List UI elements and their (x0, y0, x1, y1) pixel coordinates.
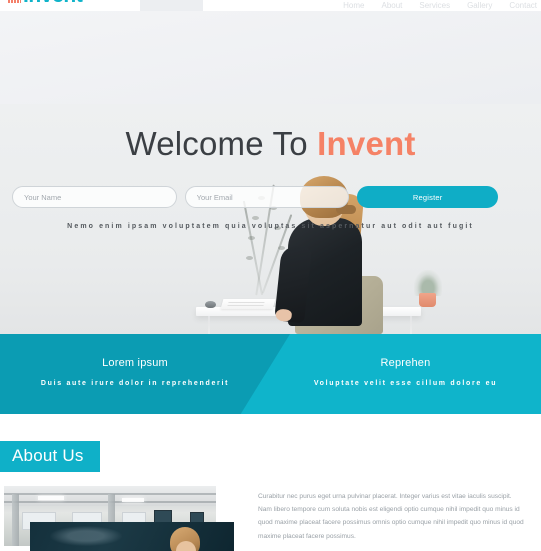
desk-leg (410, 316, 412, 334)
about-paragraph: Curabitur nec purus eget urna pulvinar p… (258, 493, 524, 540)
band-right-title: Reprehen (380, 357, 431, 370)
band-right-column: Reprehen Voluptate velit esse cillum dol… (270, 334, 541, 414)
signup-form: Register (12, 186, 499, 208)
nav-link-gallery[interactable]: Gallery (467, 1, 492, 10)
band-right-text: Voluptate velit esse cillum dolore eu (313, 380, 498, 388)
plant-stem (242, 200, 264, 296)
computer-mouse (205, 301, 216, 308)
plant-leaf (248, 236, 255, 240)
bars-logo-icon (8, 0, 21, 3)
hero-title-plain: Welcome To (125, 125, 318, 162)
about-section: About Us Curabitur nec purus eget urna p… (0, 414, 541, 551)
name-input[interactable] (12, 186, 177, 208)
site-logo[interactable]: Invent (8, 0, 83, 8)
hero-section: Welcome To Invent Register Nemo enim ips… (0, 11, 541, 334)
email-input[interactable] (184, 186, 350, 208)
top-navbar: Invent Home About Services Gallery Conta… (0, 0, 541, 11)
nav-link-about[interactable]: About (381, 1, 402, 10)
plant-leaf (246, 256, 253, 260)
hero-tagline: Nemo enim ipsam voluptatem quia voluptas… (67, 223, 474, 230)
desk-leg (208, 316, 210, 334)
landing-page: Invent Home About Services Gallery Conta… (0, 0, 541, 551)
person-hand (275, 308, 293, 323)
site-logo-text: Invent (23, 0, 83, 7)
feature-band: Lorem ipsum Duis aute irure dolor in rep… (0, 334, 541, 414)
notebook-line (227, 305, 264, 306)
hero-title: Welcome To Invent (0, 125, 541, 163)
band-left-title: Lorem ipsum (102, 357, 168, 370)
navbar-backdrop-block (140, 0, 203, 11)
notebook (220, 299, 276, 309)
register-button[interactable]: Register (357, 186, 499, 208)
about-image-group (4, 486, 234, 551)
terracotta-pot (419, 293, 436, 307)
band-left-text: Duis aute irure dolor in reprehenderit (40, 380, 230, 388)
nav-link-services[interactable]: Services (419, 1, 450, 10)
notebook-line (228, 302, 265, 303)
ceiling-light (38, 496, 64, 500)
ceiling-light (122, 498, 144, 502)
overlay-screen-glow (50, 526, 122, 546)
overlay-photo (30, 522, 234, 551)
nav-link-contact[interactable]: Contact (509, 1, 537, 10)
plant-leaf (252, 216, 259, 220)
office-pillar (12, 494, 19, 546)
navbar-links: Home About Services Gallery Contact (343, 0, 537, 11)
nav-link-home[interactable]: Home (343, 1, 364, 10)
band-left-column: Lorem ipsum Duis aute irure dolor in rep… (0, 334, 270, 414)
about-heading-badge: About Us (0, 441, 100, 472)
hero-title-accent: Invent (317, 125, 416, 162)
